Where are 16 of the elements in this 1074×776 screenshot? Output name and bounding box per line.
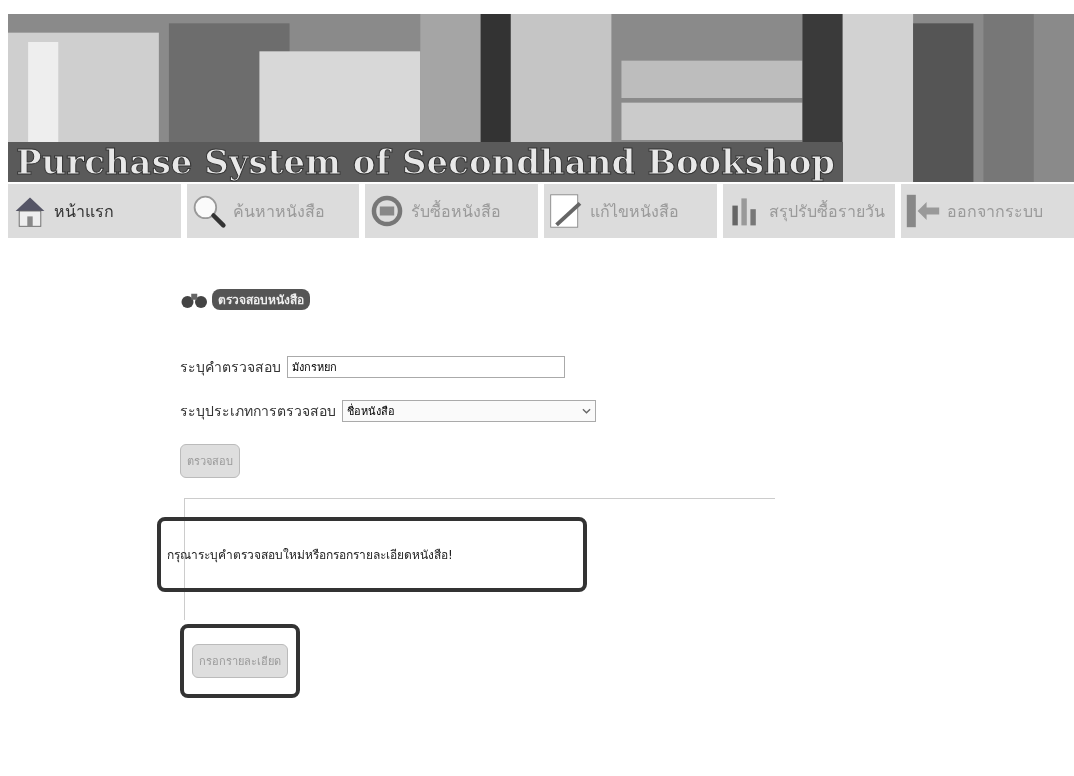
nav-tab[interactable]: ออกจากระบบ	[901, 184, 1074, 238]
nav-tab[interactable]: สรุปรับซื้อรายวัน	[722, 184, 896, 238]
banner-title: Purchase System of Secondhand Bookshop	[8, 142, 844, 182]
field-label: ระบุประเภทการตรวจสอบ	[180, 402, 336, 422]
keyword-input[interactable]: มังกรหยก	[287, 356, 565, 378]
type-select[interactable]: ชื่อหนังสือ	[342, 400, 596, 422]
nav-tab[interactable]: รับซื้อหนังสือ	[365, 184, 538, 238]
pencil-paper-icon	[548, 193, 584, 229]
message-text: กรุณาระบุคำตรวจสอบใหม่หรือกรอกรายละเอียดหนังสือ!	[167, 548, 453, 562]
field-label: ระบุคำตรวจสอบ	[180, 358, 281, 378]
chevron-down-icon	[582, 408, 591, 414]
nav-tab[interactable]: ค้นหาหนังสือ	[186, 184, 360, 238]
nav-tab[interactable]: แก้ไขหนังสือ	[544, 184, 717, 238]
door-arrow-icon	[905, 193, 942, 229]
section-heading: ตรวจสอบหนังสือ	[212, 288, 310, 310]
nav-tab[interactable]: หน้าแรก	[8, 184, 181, 238]
